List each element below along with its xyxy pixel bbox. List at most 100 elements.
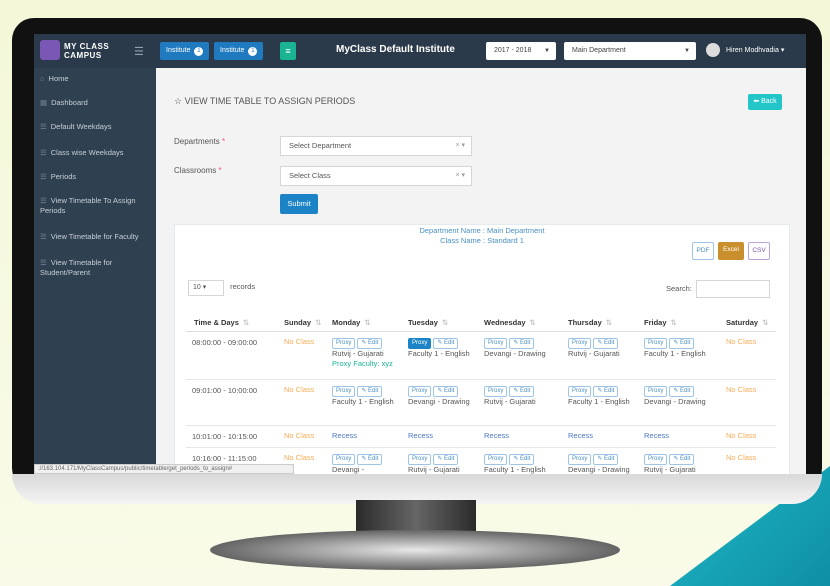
chevron-down-icon: × ▾ [455, 142, 465, 149]
records-control: 10 ▾ records [188, 280, 255, 296]
department-select-top[interactable]: Main Department ▼ [564, 42, 696, 60]
proxy-button[interactable]: Proxy [332, 386, 356, 397]
tuesday-cell: Recess [408, 431, 434, 440]
column-header-wednesday[interactable]: Wednesday ⇅ [484, 314, 536, 332]
monday-cell: Proxy ✎ Edit Faculty 1 - English [332, 386, 394, 406]
column-header-sunday[interactable]: Sunday ⇅ [284, 314, 321, 332]
thursday-cell: Proxy ✎ Edit Faculty 1 - English [568, 386, 630, 406]
list-icon: ☰ [40, 232, 47, 241]
column-header-monday[interactable]: Monday ⇅ [332, 314, 371, 332]
edit-button[interactable]: ✎ Edit [509, 386, 535, 397]
edit-button[interactable]: ✎ Edit [593, 338, 619, 349]
proxy-button[interactable]: Proxy [484, 386, 508, 397]
submit-button[interactable]: Submit [280, 194, 318, 214]
monday-cell: Proxy ✎ Edit Devangi - [332, 453, 408, 474]
column-header-time[interactable]: Time & Days ⇅ [194, 314, 249, 332]
list-icon: ☰ [40, 148, 47, 157]
edit-button[interactable]: ✎ Edit [357, 386, 383, 397]
back-button[interactable]: ⬅ Back [748, 94, 782, 110]
sort-icon: ⇅ [315, 318, 322, 327]
department-name-info: Department Name : Main Department [419, 226, 545, 235]
institute-badge-2: 1 [248, 47, 258, 56]
column-header-friday[interactable]: Friday ⇅ [644, 314, 677, 332]
class-select[interactable]: Select Class × ▾ [280, 166, 472, 186]
search-label: Search: [666, 284, 692, 293]
sidebar-item-home[interactable]: ⌂ Home [34, 74, 156, 84]
list-icon[interactable]: ≡ [280, 42, 296, 60]
table-row: 10:01:00 - 10:15:00 No Class Recess Rece… [186, 426, 776, 448]
proxy-button[interactable]: Proxy [408, 386, 432, 397]
sidebar-item-default-weekdays[interactable]: ☰ Default Weekdays [34, 122, 156, 132]
proxy-button[interactable]: Proxy [332, 338, 356, 349]
thursday-cell: Proxy ✎ Edit Devangi - Drawing [568, 454, 630, 474]
logo-line-2: CAMPUS [64, 51, 102, 60]
dashboard-icon: ▦ [40, 98, 48, 107]
friday-cell: Proxy ✎ Edit Rutvij - Gujarati [644, 454, 696, 474]
sort-icon: ⇅ [441, 318, 449, 327]
app-screen: MY CLASS CAMPUS ☰ Institute 1 Institute … [34, 34, 806, 474]
menu-toggle-icon[interactable]: ☰ [134, 45, 144, 58]
csv-button[interactable]: CSV [748, 242, 770, 260]
edit-button[interactable]: ✎ Edit [669, 386, 695, 397]
edit-button[interactable]: ✎ Edit [669, 454, 695, 465]
column-header-saturday[interactable]: Saturday ⇅ [726, 314, 768, 332]
sidebar-item-dashboard[interactable]: ▦ Dashboard [34, 98, 156, 108]
department-select[interactable]: Select Department × ▾ [280, 136, 472, 156]
edit-button[interactable]: ✎ Edit [593, 386, 619, 397]
list-icon: ☰ [40, 196, 47, 205]
tuesday-cell: Proxy ✎ Edit Devangi - Drawing [408, 386, 470, 406]
proxy-button[interactable]: Proxy [644, 386, 668, 397]
proxy-button[interactable]: Proxy [484, 454, 508, 465]
column-header-tuesday[interactable]: Tuesday ⇅ [408, 314, 448, 332]
proxy-button[interactable]: Proxy [568, 454, 592, 465]
sidebar-item-assign-periods[interactable]: ☰ View Timetable To Assign Periods [34, 196, 156, 216]
proxy-button[interactable]: Proxy [644, 454, 668, 465]
sidebar-item-student-timetable[interactable]: ☰ View Timetable for Student/Parent [34, 258, 156, 278]
main-content: ☆ VIEW TIME TABLE TO ASSIGN PERIODS ⬅ Ba… [156, 68, 806, 474]
excel-button[interactable]: Excel [718, 242, 744, 260]
list-icon: ☰ [40, 172, 47, 181]
monitor-stand-base [210, 530, 620, 570]
edit-button[interactable]: ✎ Edit [433, 454, 459, 465]
proxy-button[interactable]: Proxy [408, 338, 432, 349]
edit-button[interactable]: ✎ Edit [669, 338, 695, 349]
pdf-button[interactable]: PDF [692, 242, 714, 260]
sidebar-item-faculty-timetable[interactable]: ☰ View Timetable for Faculty [34, 232, 156, 242]
monitor-mockup: MY CLASS CAMPUS ☰ Institute 1 Institute … [0, 0, 830, 586]
edit-button[interactable]: ✎ Edit [433, 386, 459, 397]
edit-button[interactable]: ✎ Edit [357, 338, 383, 349]
edit-button[interactable]: ✎ Edit [593, 454, 619, 465]
list-icon: ☰ [40, 258, 47, 267]
proxy-button[interactable]: Proxy [408, 454, 432, 465]
thursday-cell: Proxy ✎ Edit Rutvij - Gujarati [568, 338, 620, 358]
proxy-button[interactable]: Proxy [644, 338, 668, 349]
sidebar: ⌂ Home ▦ Dashboard ☰ Default Weekdays ☰ Clas… [34, 68, 156, 474]
institute-button-1[interactable]: Institute 1 [160, 42, 210, 60]
records-per-page-select[interactable]: 10 ▾ [188, 280, 224, 296]
sort-icon: ⇅ [242, 318, 250, 327]
proxy-button[interactable]: Proxy [568, 386, 592, 397]
user-menu[interactable]: Hiren Modhvadia ▾ [706, 43, 784, 59]
edit-button[interactable]: ✎ Edit [357, 454, 383, 465]
academic-year-select[interactable]: 2017 - 2018 ▼ [486, 42, 556, 60]
chevron-down-icon: × ▾ [455, 172, 465, 179]
proxy-button[interactable]: Proxy [484, 338, 508, 349]
avatar [706, 43, 720, 58]
sidebar-item-periods[interactable]: ☰ Periods [34, 172, 156, 182]
sidebar-item-class-weekdays[interactable]: ☰ Class wise Weekdays [34, 148, 156, 158]
institute-button-2[interactable]: Institute 1 [214, 42, 264, 60]
proxy-button[interactable]: Proxy [568, 338, 592, 349]
proxy-button[interactable]: Proxy [332, 454, 356, 465]
table-header: Time & Days ⇅ Sunday ⇅ Monday ⇅ Tuesday ⇅ We… [186, 314, 776, 332]
edit-button[interactable]: ✎ Edit [509, 454, 535, 465]
friday-cell: Recess [644, 431, 670, 440]
time-cell: 10:16:00 - 11:15:00 [192, 454, 257, 463]
edit-button[interactable]: ✎ Edit [433, 338, 459, 349]
logo-line-1: MY CLASS [64, 42, 110, 51]
search-input[interactable] [696, 280, 770, 298]
proxy-faculty-text: Proxy Faculty: xyz [332, 359, 393, 368]
column-header-thursday[interactable]: Thursday ⇅ [568, 314, 612, 332]
sort-icon: ⇅ [529, 318, 536, 327]
sort-icon: ⇅ [670, 318, 677, 327]
edit-button[interactable]: ✎ Edit [509, 338, 535, 349]
